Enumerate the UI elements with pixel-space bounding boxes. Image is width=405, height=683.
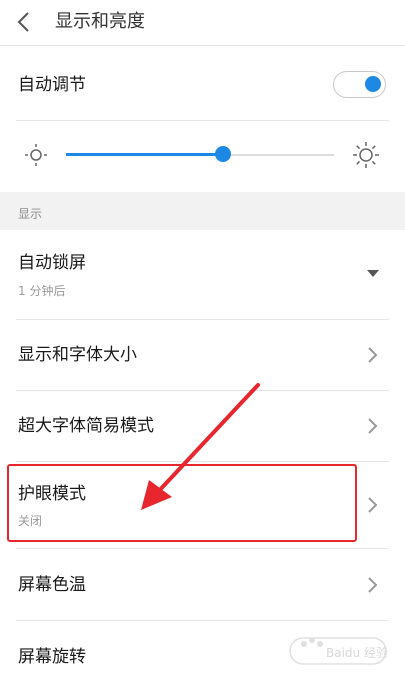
header-bar: 显示和亮度 xyxy=(0,0,405,46)
auto-adjust-toggle[interactable] xyxy=(333,71,386,98)
watermark-logo: Baidu 经验 xyxy=(289,637,388,665)
color-temperature-label[interactable]: 屏幕色温 xyxy=(18,574,86,596)
auto-adjust-label: 自动调节 xyxy=(18,75,86,95)
brightness-low-icon xyxy=(25,144,47,166)
back-arrow-icon[interactable] xyxy=(14,11,34,33)
brightness-slider-thumb[interactable] xyxy=(215,146,231,162)
divider xyxy=(16,120,389,121)
divider xyxy=(16,620,389,621)
divider xyxy=(16,461,389,462)
brightness-slider-fill xyxy=(66,153,223,156)
auto-lock-label[interactable]: 自动锁屏 xyxy=(18,252,86,274)
large-font-mode-label[interactable]: 超大字体简易模式 xyxy=(18,415,154,437)
section-label: 显示 xyxy=(18,207,43,221)
annotation-highlight-box xyxy=(7,464,357,542)
chevron-right-icon[interactable] xyxy=(367,576,379,594)
chevron-right-icon[interactable] xyxy=(367,417,379,435)
divider xyxy=(16,319,389,320)
toggle-knob xyxy=(365,76,381,92)
page-title: 显示和亮度 xyxy=(55,11,145,32)
auto-lock-value: 1 分钟后 xyxy=(18,284,66,298)
divider xyxy=(16,548,389,549)
chevron-right-icon[interactable] xyxy=(367,346,379,364)
display-font-size-label[interactable]: 显示和字体大小 xyxy=(18,344,137,366)
dropdown-caret-icon[interactable] xyxy=(367,270,379,277)
brightness-high-icon xyxy=(353,142,379,168)
svg-text:Baidu 经验: Baidu 经验 xyxy=(326,645,388,660)
chevron-right-icon[interactable] xyxy=(367,496,379,514)
divider xyxy=(16,390,389,391)
screen-rotation-label[interactable]: 屏幕旋转 xyxy=(18,646,86,668)
section-header xyxy=(0,192,405,230)
